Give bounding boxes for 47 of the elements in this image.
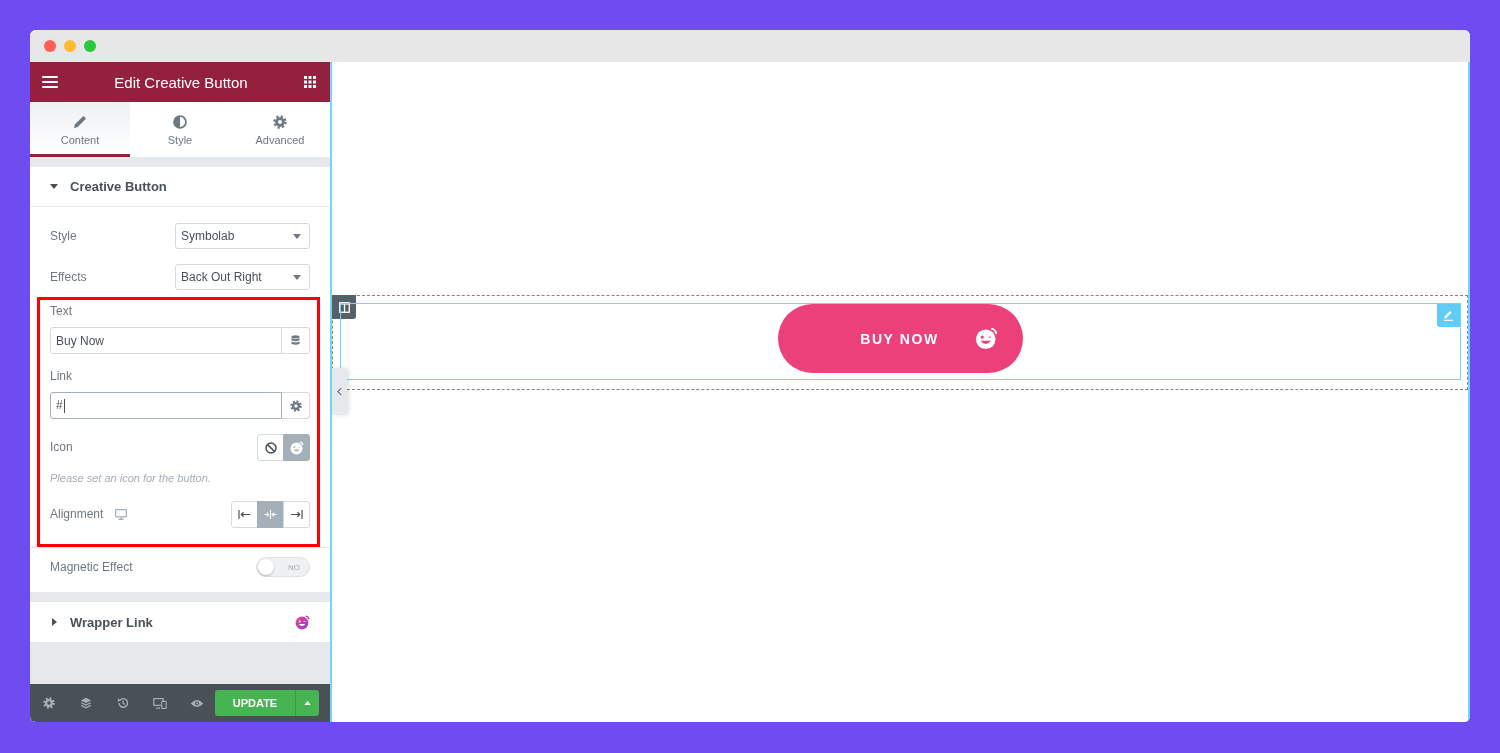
field-label: Effects	[50, 269, 87, 285]
responsive-icon[interactable]	[152, 697, 167, 709]
section-header[interactable]: Wrapper Link	[30, 602, 330, 642]
layers-icon[interactable]	[79, 697, 92, 709]
caret-icon	[304, 701, 311, 705]
caret-icon	[293, 274, 301, 280]
choice-button[interactable]	[257, 434, 284, 461]
align-left-icon	[238, 509, 251, 520]
chevron-left-icon	[337, 387, 342, 396]
tab[interactable]: Content	[30, 102, 130, 157]
pencil-icon	[73, 115, 87, 129]
field-label: Icon	[50, 440, 73, 455]
update-options-button[interactable]	[295, 690, 319, 716]
field-label: Magnetic Effect	[50, 559, 133, 575]
grid-icon[interactable]	[304, 76, 316, 88]
gear-icon	[273, 115, 287, 129]
field-label: Alignment	[50, 507, 104, 522]
select-field[interactable]: Symbolab	[175, 223, 310, 249]
field-label: Text	[50, 304, 73, 319]
column-handle[interactable]	[332, 295, 356, 319]
dynamic-tags-button[interactable]	[282, 327, 310, 354]
call-to-action-button[interactable]: BUY NOW	[778, 304, 1023, 373]
text-field[interactable]: #	[50, 392, 282, 419]
field-label: Link	[50, 369, 73, 384]
text-field[interactable]: Buy Now	[50, 327, 282, 354]
pencil-icon	[1443, 310, 1454, 321]
panel-title: Edit Creative Button	[113, 73, 249, 91]
link-options-button[interactable]	[282, 392, 310, 419]
field-label: Style	[50, 228, 77, 244]
database-icon	[291, 335, 300, 346]
align-right-icon	[290, 509, 303, 520]
emoji-icon	[974, 327, 998, 350]
monitor-icon[interactable]	[115, 509, 128, 520]
select-field[interactable]: Back Out Right	[175, 264, 310, 290]
help-text: Please set an icon for the button.	[50, 471, 212, 485]
gear-icon	[289, 399, 302, 412]
settings-icon[interactable]	[42, 697, 55, 709]
menu-icon[interactable]	[42, 76, 58, 88]
close-button[interactable]	[44, 40, 56, 52]
history-icon[interactable]	[116, 697, 129, 709]
caret-icon	[293, 233, 301, 239]
align-center-icon	[264, 509, 277, 520]
half-circle-icon	[173, 115, 187, 129]
emoji-icon	[289, 440, 304, 455]
eye-icon[interactable]	[189, 697, 204, 709]
ban-icon	[264, 441, 277, 454]
columns-icon	[338, 301, 350, 313]
